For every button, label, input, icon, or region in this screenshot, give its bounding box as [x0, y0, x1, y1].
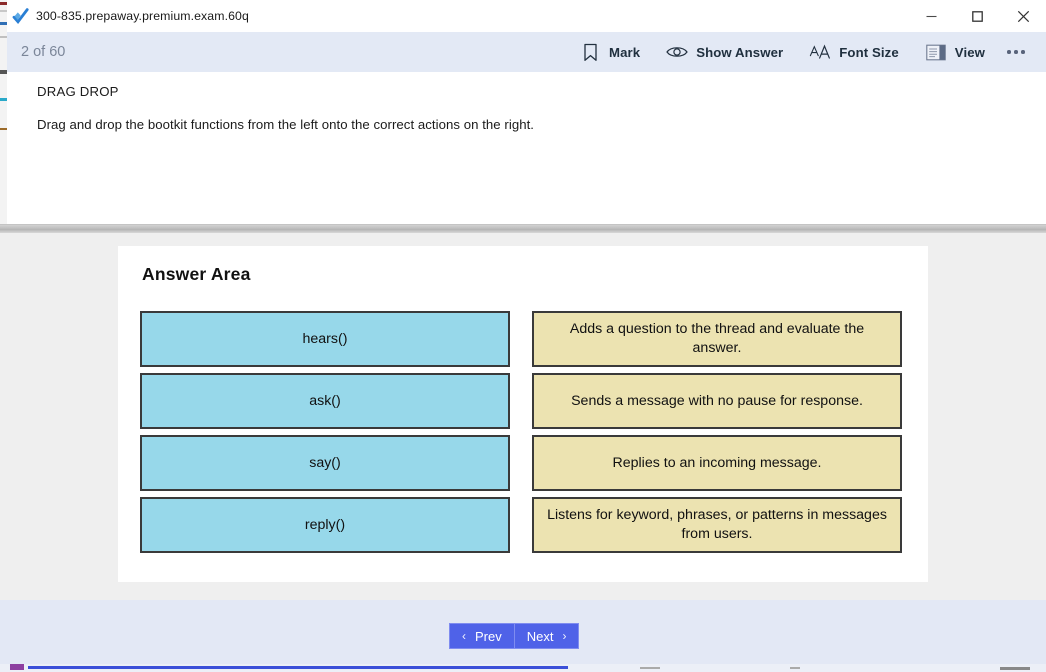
question-type: DRAG DROP	[37, 84, 119, 99]
drag-drop-columns: hears() ask() say() reply() Adds a quest…	[140, 311, 906, 553]
mark-button[interactable]: Mark	[566, 32, 653, 72]
question-prompt: Drag and drop the bootkit functions from…	[37, 117, 535, 132]
answer-area-title: Answer Area	[142, 264, 251, 284]
source-column: hears() ask() say() reply()	[140, 311, 510, 553]
exam-viewer-window: 300-835.prepaway.premium.exam.60q 2 of 6…	[0, 0, 1046, 672]
background-window-bottom-marks	[0, 664, 1046, 672]
drop-target[interactable]: Listens for keyword, phrases, or pattern…	[532, 497, 902, 553]
drag-item[interactable]: hears()	[140, 311, 510, 367]
view-label: View	[954, 44, 985, 60]
answer-body: Answer Area hears() ask() say() reply() …	[0, 233, 1046, 600]
font-size-label: Font Size	[839, 44, 899, 60]
prev-button[interactable]: ‹ Prev	[449, 623, 514, 649]
maximize-button[interactable]	[954, 0, 1000, 32]
drop-target[interactable]: Adds a question to the thread and evalua…	[532, 311, 902, 367]
show-answer-button[interactable]: Show Answer	[653, 32, 796, 72]
window-controls	[908, 0, 1046, 32]
background-window-bottom-strip	[0, 664, 1046, 672]
drop-target[interactable]: Sends a message with no pause for respon…	[532, 373, 902, 429]
chevron-left-icon: ‹	[462, 629, 466, 643]
next-label: Next	[526, 628, 554, 644]
drag-item[interactable]: ask()	[140, 373, 510, 429]
drag-item[interactable]: say()	[140, 435, 510, 491]
font-size-icon	[809, 41, 831, 63]
drop-target[interactable]: Replies to an incoming message.	[532, 435, 902, 491]
window-title: 300-835.prepaway.premium.exam.60q	[36, 9, 249, 23]
eye-icon	[666, 41, 688, 63]
minimize-button[interactable]	[908, 0, 954, 32]
prev-label: Prev	[475, 628, 502, 644]
title-bar-left: 300-835.prepaway.premium.exam.60q	[12, 0, 249, 32]
navigation-bar: ‹ Prev Next ›	[0, 600, 1046, 664]
next-button[interactable]: Next ›	[513, 623, 580, 649]
target-column: Adds a question to the thread and evalua…	[532, 311, 902, 553]
view-layout-icon	[925, 41, 947, 63]
question-pane: DRAG DROP Drag and drop the bootkit func…	[7, 72, 1046, 225]
answer-area-card: Answer Area hears() ask() say() reply() …	[118, 246, 928, 582]
font-size-button[interactable]: Font Size	[796, 32, 912, 72]
bookmark-icon	[579, 41, 601, 63]
chevron-right-icon: ›	[562, 629, 567, 643]
toolbar-actions: Mark Show Answer Font Size View	[566, 32, 1034, 72]
pane-splitter[interactable]	[0, 225, 1046, 233]
drag-item[interactable]: reply()	[140, 497, 510, 553]
more-options-button[interactable]	[998, 32, 1034, 72]
title-bar: 300-835.prepaway.premium.exam.60q	[7, 0, 1046, 32]
view-button[interactable]: View	[912, 32, 998, 72]
more-icon	[1007, 50, 1025, 54]
toolbar: 2 of 60 Mark Show Answer Font Size View	[7, 32, 1046, 72]
question-counter: 2 of 60	[21, 44, 66, 60]
navigation-buttons: ‹ Prev Next ›	[449, 623, 580, 649]
show-answer-label: Show Answer	[696, 44, 784, 60]
mark-label: Mark	[609, 44, 641, 60]
checkmark-icon	[12, 7, 29, 25]
close-button[interactable]	[1000, 0, 1046, 32]
